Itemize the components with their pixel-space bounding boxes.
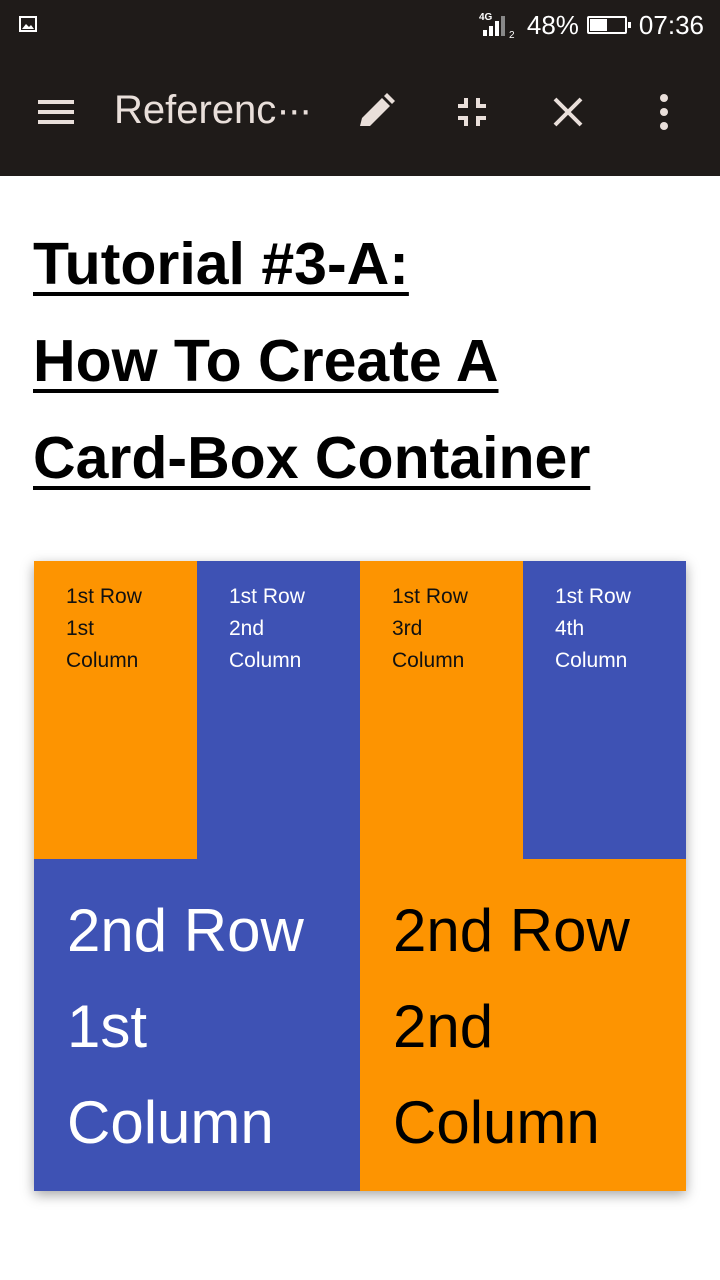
card-cell-r2c1: 2nd Row 1st Column	[34, 859, 360, 1191]
card-box-container: 1st Row 1st Column 1st Row 2nd Column 1s…	[34, 561, 686, 1191]
cell-text: 1st Row	[392, 585, 468, 608]
cell-text: Column	[66, 649, 139, 672]
cell-text: 2nd	[229, 617, 265, 640]
cell-text: 1st	[66, 617, 95, 640]
cell-text: Column	[392, 649, 465, 672]
card-cell-r1c2: 1st Row 2nd Column	[197, 561, 360, 859]
cell-text: 4th	[555, 617, 585, 640]
app-title: Referenc···	[114, 88, 324, 133]
card-cell-r1c4: 1st Row 4th Column	[523, 561, 686, 859]
cell-text: Column	[229, 649, 302, 672]
cell-text: 2nd Row	[67, 897, 304, 964]
cell-text: Column	[393, 1089, 600, 1156]
app-title-text: Referenc	[114, 88, 277, 132]
more-vert-icon[interactable]	[642, 90, 686, 134]
image-notification-icon	[19, 16, 37, 32]
cell-text: Column	[555, 649, 628, 672]
app-bar: Referenc···	[0, 50, 720, 176]
cell-text: 1st Row	[555, 585, 631, 608]
status-right: 4G 2 48% 07:36	[479, 8, 704, 42]
exit-fullscreen-icon[interactable]	[450, 90, 494, 134]
cell-text: 1st	[67, 993, 148, 1060]
cell-text: 2nd Row	[393, 897, 630, 964]
close-icon[interactable]	[546, 90, 590, 134]
card-cell-r2c2: 2nd Row 2nd Column	[360, 859, 686, 1191]
page-title: Tutorial #3-A: How To Create A Card-Box …	[33, 216, 693, 507]
title-line-3: Card-Box Container	[33, 425, 591, 491]
title-line-1: Tutorial #3-A:	[33, 231, 409, 297]
card-row-2: 2nd Row 1st Column 2nd Row 2nd Column	[34, 859, 686, 1191]
menu-icon[interactable]	[36, 94, 76, 130]
cell-text: 1st Row	[229, 585, 305, 608]
cell-text: 3rd	[392, 617, 423, 640]
cell-text: Column	[67, 1089, 274, 1156]
network-label: 4G	[479, 12, 493, 23]
card-row-1: 1st Row 1st Column 1st Row 2nd Column 1s…	[34, 561, 686, 859]
card-cell-r1c3: 1st Row 3rd Column	[360, 561, 523, 859]
sim-label: 2	[509, 30, 515, 40]
battery-fill	[589, 19, 608, 31]
cell-text: 2nd	[393, 993, 494, 1060]
battery-percent: 48%	[526, 9, 579, 40]
clock: 07:36	[638, 9, 704, 40]
card-cell-r1c1: 1st Row 1st Column	[34, 561, 197, 859]
status-bar: 4G 2 48% 07:36	[0, 0, 720, 50]
edit-pencil-icon[interactable]	[354, 90, 398, 134]
battery-icon	[586, 16, 631, 34]
signal-icon: 4G 2	[479, 12, 515, 40]
title-line-2: How To Create A	[33, 328, 499, 394]
cell-text: 1st Row	[66, 585, 142, 608]
title-ellipsis: ···	[276, 88, 312, 132]
